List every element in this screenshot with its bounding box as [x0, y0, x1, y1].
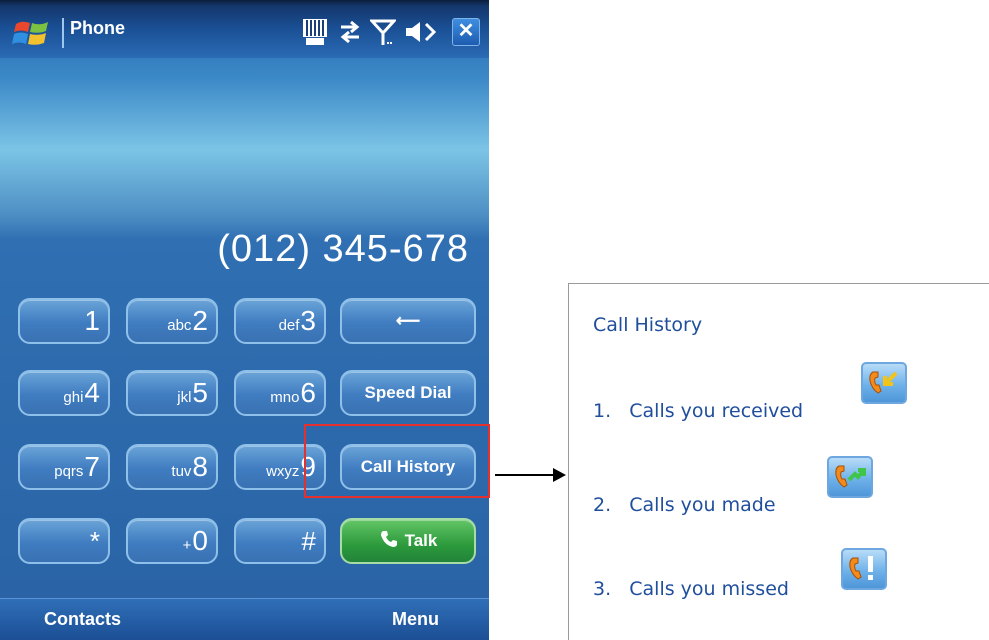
- call-received-icon: [861, 362, 907, 404]
- connector-arrowhead: [553, 468, 566, 482]
- storage-card-icon[interactable]: [302, 18, 328, 46]
- key-5[interactable]: jkl5: [126, 370, 218, 416]
- key-star[interactable]: *: [18, 518, 110, 564]
- key-0[interactable]: +0: [126, 518, 218, 564]
- app-title: Phone: [70, 18, 126, 38]
- legend-title: Call History: [593, 314, 703, 336]
- connector-line: [495, 474, 553, 476]
- key-hash[interactable]: #: [234, 518, 326, 564]
- key-1[interactable]: 1: [18, 298, 110, 344]
- backspace-arrow-icon: ⟵: [395, 311, 421, 330]
- volume-icon[interactable]: [404, 18, 438, 46]
- soft-key-bar: Contacts Menu: [0, 598, 489, 640]
- call-history-highlight: [304, 424, 490, 498]
- dialed-number: (012) 345-678: [217, 228, 469, 270]
- phone-screen: Phone ✕ (012) 345-678 1 abc2 def3 ⟵ ghi4…: [0, 0, 489, 640]
- legend-item-missed: 3. Calls you missed: [593, 578, 789, 600]
- key-8[interactable]: tuv8: [126, 444, 218, 490]
- legend-item-made: 2. Calls you made: [593, 494, 776, 516]
- menu-softkey[interactable]: Menu: [392, 609, 439, 630]
- title-bar: Phone ✕: [0, 0, 489, 58]
- talk-button[interactable]: Talk: [340, 518, 476, 564]
- backspace-button[interactable]: ⟵: [340, 298, 476, 344]
- close-button[interactable]: ✕: [452, 18, 480, 46]
- key-6[interactable]: mno6: [234, 370, 326, 416]
- contacts-softkey[interactable]: Contacts: [44, 609, 121, 630]
- key-2[interactable]: abc2: [126, 298, 218, 344]
- sync-arrows-icon[interactable]: [337, 18, 363, 46]
- key-7[interactable]: pqrs7: [18, 444, 110, 490]
- call-history-legend: Call History 1. Calls you received 2. Ca…: [568, 283, 989, 640]
- signal-strength-icon[interactable]: [370, 18, 396, 46]
- windows-start-icon[interactable]: [12, 18, 56, 48]
- speed-dial-button[interactable]: Speed Dial: [340, 370, 476, 416]
- title-separator: [62, 18, 64, 48]
- call-made-icon: [827, 456, 873, 498]
- legend-item-received: 1. Calls you received: [593, 400, 804, 422]
- key-3[interactable]: def3: [234, 298, 326, 344]
- phone-handset-icon: [380, 531, 397, 547]
- key-4[interactable]: ghi4: [18, 370, 110, 416]
- call-missed-icon: [841, 548, 887, 590]
